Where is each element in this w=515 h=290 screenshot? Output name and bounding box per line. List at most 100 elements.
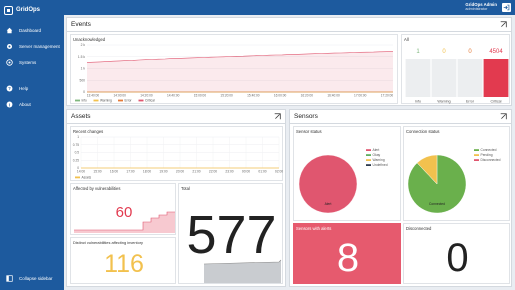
x-tick-label: 16:00:00: [274, 94, 287, 98]
legend-swatch: [118, 99, 123, 102]
expand-icon[interactable]: [500, 113, 507, 120]
sensor-status-pie-chart: AlertAlertOkayWarningUndefined: [298, 148, 388, 214]
bar-category-label: Critical: [491, 100, 502, 104]
gear-icon: [6, 43, 13, 50]
y-tick-label: 0.5: [75, 151, 80, 155]
assets-title: Assets: [71, 113, 91, 120]
x-tick-label: 14:40:00: [167, 94, 180, 98]
bar-value-label: 0: [442, 49, 446, 55]
events-panel: Events Unacknowledged 2 k 1.5 k1 k 500 0 13:…: [66, 17, 512, 106]
systems-icon: [6, 58, 13, 66]
sidebar-item-label: Server management: [19, 43, 60, 49]
sensor-status-card: Sensor status Alert Alert Okay Warning Undef…: [293, 126, 401, 221]
legend-swatch: [366, 149, 371, 151]
distinct-vulnerabilities-card: Distinct vulnerabilities affecting inven…: [70, 237, 176, 284]
x-tick-label: 14:20:00: [140, 94, 153, 98]
pie-slice-label: Alert: [325, 202, 332, 206]
all-events-chart: 1 Info 0 Warning 0 Error 4504 Critical: [405, 49, 509, 104]
sidebar: GridOps Dashboard Server management Syst…: [0, 0, 64, 290]
y-tick-label: 500: [79, 78, 85, 82]
legend-label: Pending: [481, 153, 493, 157]
sensors-title: Sensors: [294, 113, 318, 120]
y-tick-label: 0: [83, 90, 85, 94]
legend-swatch: [474, 159, 479, 161]
series-area-critical: [87, 51, 393, 92]
y-tick-label: 1: [77, 135, 79, 139]
legend-label: Assets: [82, 175, 92, 179]
x-tick-label: 17:00:00: [354, 94, 367, 98]
sidebar-item-label: Help: [19, 85, 29, 91]
legend-label: Disconnected: [481, 158, 501, 162]
legend-label: Warning: [373, 158, 385, 162]
x-tick-label: 17:20:00: [381, 94, 394, 98]
y-tick-label: 2 k: [81, 43, 86, 47]
x-tick-label: 16:40:00: [327, 94, 340, 98]
sidebar-item-help[interactable]: ? Help: [0, 80, 64, 96]
vulnerabilities-value: 60: [115, 204, 133, 221]
bar-track: [431, 59, 457, 97]
x-tick-label: 00:00: [242, 170, 250, 174]
sidebar-item-dashboard[interactable]: Dashboard: [0, 22, 64, 38]
x-tick-label: 20:00: [176, 170, 184, 174]
sidebar-item-server-management[interactable]: Server management: [0, 38, 64, 54]
recent-changes-card: Recent changes 1 0.75 0.5 0.25 0 14:00 15:00 16…: [70, 126, 283, 181]
sidebar-item-systems[interactable]: Systems: [0, 54, 64, 70]
sensors-panel: Sensors Sensor status Alert Alert Okay Warn…: [289, 109, 512, 287]
distinct-vulnerabilities-title: Distinct vulnerabilities affecting inven…: [73, 240, 143, 245]
legend-label: Okay: [373, 153, 381, 157]
legend-swatch: [366, 159, 371, 161]
legend-label: Warning: [100, 99, 112, 103]
bar-value-label: 4504: [489, 49, 503, 55]
total-value: 577: [186, 205, 277, 265]
legend-swatch: [75, 176, 80, 179]
gridops-logo-icon: [4, 5, 13, 15]
sensors-with-alerts-value: 8: [336, 236, 360, 280]
unacknowledged-card: Unacknowledged 2 k 1.5 k1 k 500 0 13:40:00 14…: [70, 34, 398, 104]
legend-label: Info: [82, 99, 88, 103]
sidebar-item-label: Dashboard: [19, 27, 42, 33]
bar-category-label: Warning: [437, 100, 450, 104]
disconnected-title: Disconnected: [406, 226, 432, 231]
sidebar-nav: Dashboard Server management Systems ? He…: [0, 22, 64, 112]
disconnected-card: Disconnected 0: [403, 223, 510, 284]
expand-icon[interactable]: [500, 21, 507, 28]
bar-track: [457, 59, 483, 97]
user-info[interactable]: GridOps Admin administrator: [465, 2, 497, 12]
home-icon: [6, 27, 13, 34]
x-tick-label: 02:00: [275, 170, 283, 174]
bar-value-label: 1: [416, 49, 420, 55]
legend-swatch: [474, 149, 479, 151]
x-tick-label: 18:00: [143, 170, 151, 174]
svg-text:i: i: [9, 102, 10, 107]
bar-critical: [483, 59, 509, 97]
y-tick-label: 0.75: [73, 143, 79, 147]
logout-button[interactable]: [502, 3, 511, 12]
user-role: administrator: [465, 7, 488, 11]
x-tick-label: 14:00:00: [114, 94, 127, 98]
sidebar-item-label: About: [19, 101, 31, 107]
collapse-sidebar-button[interactable]: Collapse sidebar: [6, 275, 53, 282]
connection-status-card: Connection status Connected Connected Pend…: [403, 126, 510, 221]
y-tick-label: 1 k: [81, 67, 86, 71]
help-icon: ?: [6, 85, 13, 92]
x-tick-label: 22:00: [209, 170, 217, 174]
expand-icon[interactable]: [274, 113, 281, 120]
sidebar-item-about[interactable]: i About: [0, 96, 64, 112]
disconnected-value: 0: [446, 236, 469, 280]
brand[interactable]: GridOps: [0, 2, 64, 18]
x-tick-label: 16:20:00: [301, 94, 314, 98]
legend-label: Critical: [145, 99, 155, 103]
connection-status-pie-chart: ConnectedConnectedPendingDisconnected: [407, 148, 501, 214]
all-events-card: All 1 Info 0 Warning 0 Error 4504 Critical: [401, 34, 510, 104]
collapse-sidebar-label: Collapse sidebar: [19, 276, 53, 281]
x-tick-label: 13:40:00: [87, 94, 100, 98]
info-icon: i: [6, 101, 13, 108]
total-assets-card: Total 577: [178, 183, 283, 284]
collapse-icon: [6, 275, 13, 282]
x-tick-label: 01:00: [258, 170, 266, 174]
events-title: Events: [71, 21, 91, 28]
legend-swatch: [474, 154, 479, 156]
x-tick-label: 15:20:00: [220, 94, 233, 98]
x-tick-label: 15:40:00: [247, 94, 260, 98]
logout-icon: [503, 4, 510, 11]
